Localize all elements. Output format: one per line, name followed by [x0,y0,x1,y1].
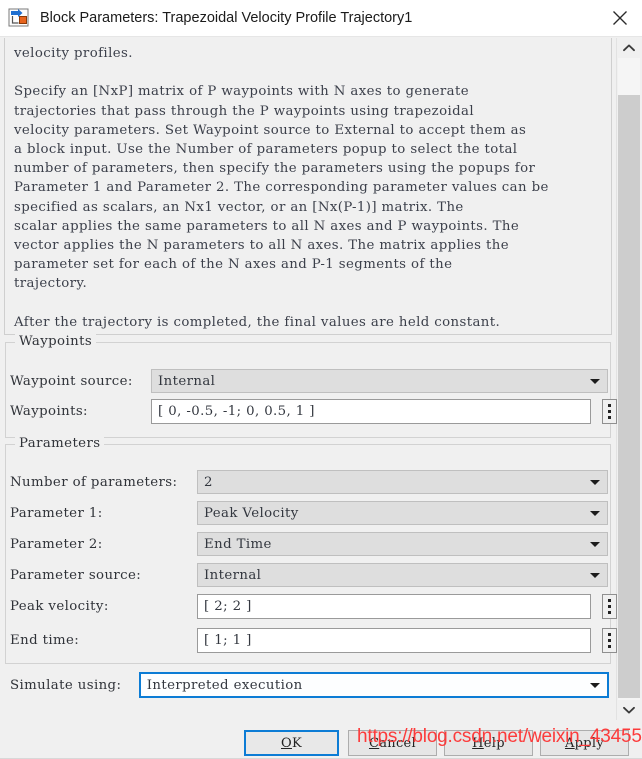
parameter-source-label: Parameter source: [10,567,142,583]
chevron-down-icon [590,683,600,688]
dot [608,599,611,602]
waypoint-source-dropdown[interactable]: Internal [151,369,608,393]
parameter-1-dropdown[interactable]: Peak Velocity [197,501,608,525]
dot [608,605,611,608]
scroll-down-icon[interactable] [617,700,641,720]
scroll-up-icon[interactable] [617,38,641,58]
peak-velocity-value: [ 2; 2 ] [204,598,252,614]
parameter-source-row: Parameter source: Internal [9,563,609,587]
waypoint-source-value: Internal [158,373,216,389]
chevron-down-icon [590,379,600,384]
number-of-parameters-row: Number of parameters: 2 [9,470,609,494]
end-time-more-button[interactable] [602,628,617,653]
waypoints-more-button[interactable] [602,399,617,424]
parameter-2-label: Parameter 2: [10,536,103,552]
window-title: Block Parameters: Trapezoidal Velocity P… [40,10,413,26]
parameter-2-row: Parameter 2: End Time [9,532,609,556]
waypoints-label: Waypoints: [10,403,88,419]
block-description-text: velocity profiles. Specify an [NxP] matr… [14,46,549,330]
apply-button-label: Apply [564,735,605,751]
peak-velocity-input[interactable]: [ 2; 2 ] [197,593,591,619]
close-icon[interactable] [598,1,642,36]
block-description-pane: velocity profiles. Specify an [NxP] matr… [4,38,612,335]
cancel-button[interactable]: Cancel [348,730,437,756]
parameter-2-dropdown[interactable]: End Time [197,532,608,556]
peak-velocity-label: Peak velocity: [10,598,109,614]
simulate-using-value: Interpreted execution [146,677,303,693]
number-of-parameters-label: Number of parameters: [10,474,178,490]
waypoint-source-label: Waypoint source: [10,373,133,389]
parameter-1-row: Parameter 1: Peak Velocity [9,501,609,525]
cancel-button-label: Cancel [368,735,416,751]
parameters-group-legend: Parameters [15,436,105,451]
waypoints-group-legend: Waypoints [15,334,97,349]
help-button-label: Help [472,735,505,751]
peak-velocity-row: Peak velocity: [ 2; 2 ] [9,593,617,619]
dialog-scrollbar[interactable] [616,38,640,720]
chevron-down-icon [590,480,600,485]
number-of-parameters-value: 2 [204,474,213,490]
waypoints-value: [ 0, -0.5, -1; 0, 0.5, 1 ] [158,403,315,419]
simulate-using-dropdown[interactable]: Interpreted execution [138,672,609,698]
dot [608,404,611,407]
scrollbar-thumb[interactable] [618,95,640,698]
dot [608,611,611,614]
dot [608,645,611,648]
peak-velocity-more-button[interactable] [602,594,617,619]
ok-button[interactable]: OK [244,730,339,756]
end-time-value: [ 1; 1 ] [204,632,252,648]
number-of-parameters-dropdown[interactable]: 2 [197,470,608,494]
chevron-down-icon [590,511,600,516]
dot [608,639,611,642]
parameter-2-value: End Time [204,536,272,552]
chevron-down-icon [590,573,600,578]
parameter-1-label: Parameter 1: [10,505,103,521]
parameter-source-value: Internal [204,567,262,583]
simulate-using-label: Simulate using: [10,677,122,693]
scrollbar-track-upper[interactable] [618,58,640,95]
simulate-using-row: Simulate using: Interpreted execution [9,672,609,698]
parameter-1-value: Peak Velocity [204,505,299,521]
chevron-down-icon [590,542,600,547]
waypoints-input[interactable]: [ 0, -0.5, -1; 0, 0.5, 1 ] [151,398,591,424]
end-time-label: End time: [10,632,80,648]
apply-button[interactable]: Apply [540,730,629,756]
parameter-source-dropdown[interactable]: Internal [197,563,608,587]
block-parameters-dialog: Block Parameters: Trapezoidal Velocity P… [0,0,642,759]
title-bar: Block Parameters: Trapezoidal Velocity P… [0,0,642,37]
end-time-row: End time: [ 1; 1 ] [9,627,617,653]
dialog-button-bar: OK Cancel Help Apply [0,722,629,759]
dot [608,410,611,413]
waypoint-source-row: Waypoint source: Internal [9,369,609,393]
waypoints-row: Waypoints: [ 0, -0.5, -1; 0, 0.5, 1 ] [9,398,617,424]
simulink-block-icon [8,7,30,29]
dot [608,633,611,636]
help-button[interactable]: Help [444,730,533,756]
dot [608,416,611,419]
ok-button-label: OK [281,735,302,751]
end-time-input[interactable]: [ 1; 1 ] [197,627,591,653]
